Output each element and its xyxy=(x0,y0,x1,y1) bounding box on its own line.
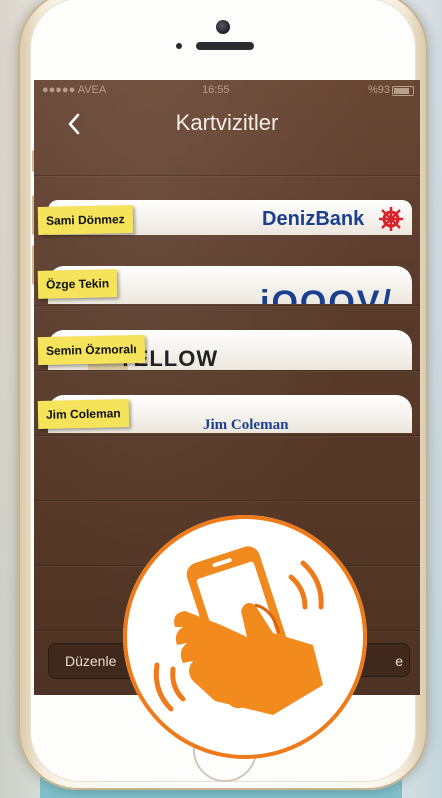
divider xyxy=(34,370,420,371)
divider xyxy=(34,435,420,436)
card-brand-text: DenizBank xyxy=(262,208,365,230)
battery-percent: %93 xyxy=(367,84,390,96)
helm-icon xyxy=(378,206,404,235)
proximity-sensor xyxy=(176,43,182,49)
card-brand-text: Jim Coleman xyxy=(203,417,289,433)
card-brand-text: iOOOV/ xyxy=(260,284,393,304)
divider xyxy=(34,305,420,306)
carrier-label: ●●●●● AVEA xyxy=(42,84,107,96)
status-bar: ●●●●● AVEA 16:55 %93 xyxy=(34,80,420,100)
divider xyxy=(34,175,420,176)
clock-label: 16:55 xyxy=(202,84,230,96)
name-note: Sami Dönmez xyxy=(37,205,133,235)
edit-button-label: Düzenle xyxy=(65,653,117,669)
divider xyxy=(34,500,420,501)
front-camera xyxy=(216,20,230,34)
toolbar-right-label: e xyxy=(395,653,403,669)
name-note: Semin Özmoralı xyxy=(37,334,145,366)
page-title: Kartvizitler xyxy=(175,110,279,135)
earpiece-speaker xyxy=(196,42,254,50)
battery-icon xyxy=(392,86,414,96)
name-note: Jim Coleman xyxy=(37,399,129,429)
phone-shake-hand-icon xyxy=(123,515,367,759)
name-note: Özge Tekin xyxy=(37,269,118,299)
